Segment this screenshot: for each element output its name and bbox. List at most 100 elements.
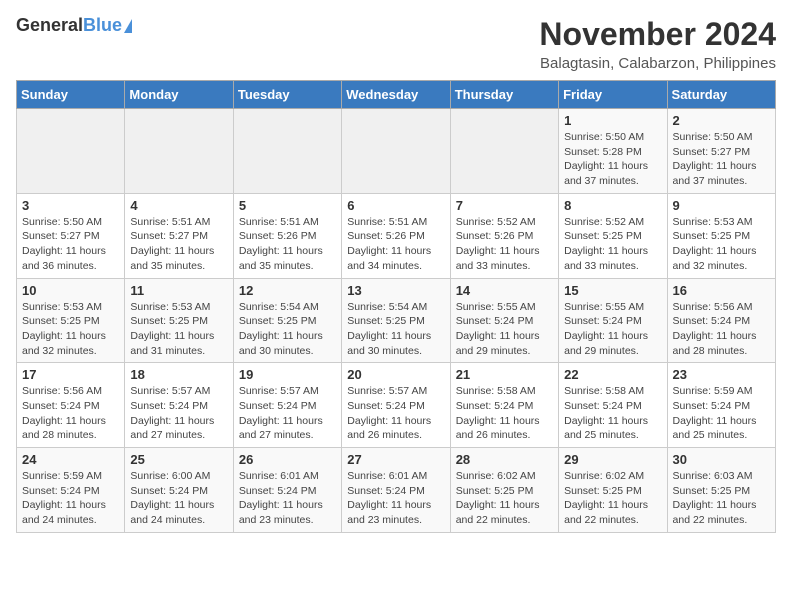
calendar-cell: 15 Sunrise: 5:55 AM Sunset: 5:24 PM Dayli… [559, 278, 667, 363]
calendar-cell: 12 Sunrise: 5:54 AM Sunset: 5:25 PM Dayli… [233, 278, 341, 363]
calendar-cell: 24 Sunrise: 5:59 AM Sunset: 5:24 PM Dayli… [17, 448, 125, 533]
calendar-cell: 16 Sunrise: 5:56 AM Sunset: 5:24 PM Dayli… [667, 278, 775, 363]
day-number: 7 [456, 198, 553, 213]
calendar-cell [233, 109, 341, 194]
calendar-cell [450, 109, 558, 194]
calendar-week-row: 10 Sunrise: 5:53 AM Sunset: 5:25 PM Dayli… [17, 278, 776, 363]
month-year-title: November 2024 [539, 16, 776, 53]
logo-general: GeneralBlue [16, 16, 122, 36]
calendar-cell [17, 109, 125, 194]
day-number: 18 [130, 367, 227, 382]
calendar-cell: 21 Sunrise: 5:58 AM Sunset: 5:24 PM Dayli… [450, 363, 558, 448]
weekday-header-friday: Friday [559, 81, 667, 109]
day-info: Sunrise: 6:00 AM Sunset: 5:24 PM Dayligh… [130, 469, 227, 528]
calendar-cell: 26 Sunrise: 6:01 AM Sunset: 5:24 PM Dayli… [233, 448, 341, 533]
day-info: Sunrise: 5:53 AM Sunset: 5:25 PM Dayligh… [22, 300, 119, 359]
day-number: 24 [22, 452, 119, 467]
calendar-week-row: 1 Sunrise: 5:50 AM Sunset: 5:28 PM Daylig… [17, 109, 776, 194]
calendar-table: SundayMondayTuesdayWednesdayThursdayFrid… [16, 80, 776, 533]
day-info: Sunrise: 5:51 AM Sunset: 5:26 PM Dayligh… [239, 215, 336, 274]
calendar-cell: 19 Sunrise: 5:57 AM Sunset: 5:24 PM Dayli… [233, 363, 341, 448]
calendar-cell [342, 109, 450, 194]
calendar-cell: 28Sunrise: 6:02 AM Sunset: 5:25 PM Dayli… [450, 448, 558, 533]
calendar-cell: 2Sunrise: 5:50 AM Sunset: 5:27 PM Daylig… [667, 109, 775, 194]
day-number: 13 [347, 283, 444, 298]
day-info: Sunrise: 5:56 AM Sunset: 5:24 PM Dayligh… [22, 384, 119, 443]
calendar-cell: 1 Sunrise: 5:50 AM Sunset: 5:28 PM Daylig… [559, 109, 667, 194]
calendar-cell: 11 Sunrise: 5:53 AM Sunset: 5:25 PM Dayli… [125, 278, 233, 363]
weekday-header-sunday: Sunday [17, 81, 125, 109]
day-number: 16 [673, 283, 770, 298]
logo-triangle-icon [124, 19, 132, 33]
calendar-cell: 18 Sunrise: 5:57 AM Sunset: 5:24 PM Dayli… [125, 363, 233, 448]
day-number: 25 [130, 452, 227, 467]
calendar-cell: 7 Sunrise: 5:52 AM Sunset: 5:26 PM Daylig… [450, 193, 558, 278]
day-number: 2 [673, 113, 770, 128]
day-number: 6 [347, 198, 444, 213]
calendar-week-row: 17 Sunrise: 5:56 AM Sunset: 5:24 PM Dayli… [17, 363, 776, 448]
calendar-cell: 25 Sunrise: 6:00 AM Sunset: 5:24 PM Dayli… [125, 448, 233, 533]
weekday-header-tuesday: Tuesday [233, 81, 341, 109]
calendar-cell: 3 Sunrise: 5:50 AM Sunset: 5:27 PM Daylig… [17, 193, 125, 278]
day-number: 26 [239, 452, 336, 467]
calendar-cell: 20Sunrise: 5:57 AM Sunset: 5:24 PM Dayli… [342, 363, 450, 448]
day-info: Sunrise: 5:54 AM Sunset: 5:25 PM Dayligh… [239, 300, 336, 359]
day-info: Sunrise: 5:54 AM Sunset: 5:25 PM Dayligh… [347, 300, 444, 359]
weekday-header-saturday: Saturday [667, 81, 775, 109]
day-info: Sunrise: 5:57 AM Sunset: 5:24 PM Dayligh… [347, 384, 444, 443]
day-info: Sunrise: 5:57 AM Sunset: 5:24 PM Dayligh… [239, 384, 336, 443]
day-number: 23 [673, 367, 770, 382]
calendar-cell: 4 Sunrise: 5:51 AM Sunset: 5:27 PM Daylig… [125, 193, 233, 278]
location-subtitle: Balagtasin, Calabarzon, Philippines [539, 55, 776, 72]
calendar-cell: 30Sunrise: 6:03 AM Sunset: 5:25 PM Dayli… [667, 448, 775, 533]
calendar-header-row: SundayMondayTuesdayWednesdayThursdayFrid… [17, 81, 776, 109]
page-header: GeneralBlue November 2024 Balagtasin, Ca… [16, 16, 776, 72]
calendar-cell [125, 109, 233, 194]
calendar-cell: 23 Sunrise: 5:59 AM Sunset: 5:24 PM Dayli… [667, 363, 775, 448]
day-info: Sunrise: 5:58 AM Sunset: 5:24 PM Dayligh… [564, 384, 661, 443]
calendar-cell: 13 Sunrise: 5:54 AM Sunset: 5:25 PM Dayli… [342, 278, 450, 363]
calendar-cell: 9Sunrise: 5:53 AM Sunset: 5:25 PM Daylig… [667, 193, 775, 278]
calendar-cell: 5Sunrise: 5:51 AM Sunset: 5:26 PM Daylig… [233, 193, 341, 278]
day-info: Sunrise: 5:56 AM Sunset: 5:24 PM Dayligh… [673, 300, 770, 359]
day-info: Sunrise: 5:50 AM Sunset: 5:28 PM Dayligh… [564, 130, 661, 189]
weekday-header-thursday: Thursday [450, 81, 558, 109]
calendar-week-row: 24 Sunrise: 5:59 AM Sunset: 5:24 PM Dayli… [17, 448, 776, 533]
day-number: 8 [564, 198, 661, 213]
calendar-cell: 17 Sunrise: 5:56 AM Sunset: 5:24 PM Dayli… [17, 363, 125, 448]
day-number: 19 [239, 367, 336, 382]
day-info: Sunrise: 5:55 AM Sunset: 5:24 PM Dayligh… [564, 300, 661, 359]
day-number: 21 [456, 367, 553, 382]
calendar-cell: 29Sunrise: 6:02 AM Sunset: 5:25 PM Dayli… [559, 448, 667, 533]
day-info: Sunrise: 6:01 AM Sunset: 5:24 PM Dayligh… [239, 469, 336, 528]
weekday-header-monday: Monday [125, 81, 233, 109]
day-number: 10 [22, 283, 119, 298]
calendar-cell: 6 Sunrise: 5:51 AM Sunset: 5:26 PM Daylig… [342, 193, 450, 278]
calendar-week-row: 3 Sunrise: 5:50 AM Sunset: 5:27 PM Daylig… [17, 193, 776, 278]
day-info: Sunrise: 5:58 AM Sunset: 5:24 PM Dayligh… [456, 384, 553, 443]
day-info: Sunrise: 5:59 AM Sunset: 5:24 PM Dayligh… [22, 469, 119, 528]
day-info: Sunrise: 5:51 AM Sunset: 5:27 PM Dayligh… [130, 215, 227, 274]
day-info: Sunrise: 5:50 AM Sunset: 5:27 PM Dayligh… [22, 215, 119, 274]
title-block: November 2024 Balagtasin, Calabarzon, Ph… [539, 16, 776, 72]
calendar-cell: 22Sunrise: 5:58 AM Sunset: 5:24 PM Dayli… [559, 363, 667, 448]
day-number: 3 [22, 198, 119, 213]
weekday-header-wednesday: Wednesday [342, 81, 450, 109]
day-number: 17 [22, 367, 119, 382]
day-info: Sunrise: 5:53 AM Sunset: 5:25 PM Dayligh… [130, 300, 227, 359]
calendar-cell: 14 Sunrise: 5:55 AM Sunset: 5:24 PM Dayli… [450, 278, 558, 363]
day-number: 4 [130, 198, 227, 213]
day-number: 14 [456, 283, 553, 298]
day-info: Sunrise: 5:57 AM Sunset: 5:24 PM Dayligh… [130, 384, 227, 443]
calendar-cell: 10 Sunrise: 5:53 AM Sunset: 5:25 PM Dayli… [17, 278, 125, 363]
day-info: Sunrise: 5:51 AM Sunset: 5:26 PM Dayligh… [347, 215, 444, 274]
day-number: 1 [564, 113, 661, 128]
day-number: 29 [564, 452, 661, 467]
day-info: Sunrise: 5:55 AM Sunset: 5:24 PM Dayligh… [456, 300, 553, 359]
day-number: 11 [130, 283, 227, 298]
day-number: 9 [673, 198, 770, 213]
day-number: 12 [239, 283, 336, 298]
day-info: Sunrise: 5:59 AM Sunset: 5:24 PM Dayligh… [673, 384, 770, 443]
day-number: 15 [564, 283, 661, 298]
day-info: Sunrise: 5:52 AM Sunset: 5:26 PM Dayligh… [456, 215, 553, 274]
